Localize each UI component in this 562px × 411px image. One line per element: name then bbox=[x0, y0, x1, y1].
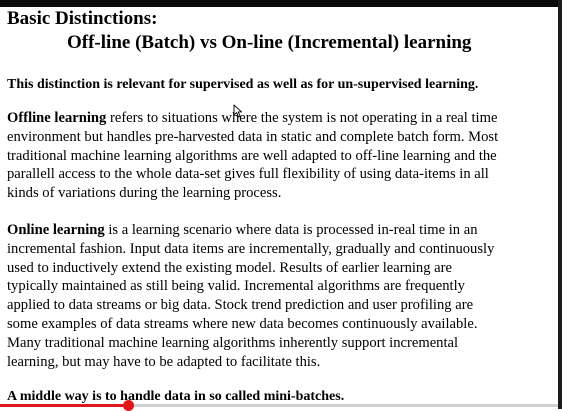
online-line-4: typically maintained as still being vali… bbox=[7, 278, 465, 295]
offline-line-3: traditional machine learning algorithms … bbox=[7, 147, 497, 164]
online-line-6: some examples of data streams where new … bbox=[7, 315, 478, 332]
offline-term: Offline learning bbox=[7, 110, 107, 126]
mini-batch-statement: A middle way is to handle data in so cal… bbox=[7, 389, 345, 404]
intro-statement: This distinction is relevant for supervi… bbox=[7, 77, 479, 92]
video-progress-bar[interactable] bbox=[0, 404, 558, 407]
online-line-8: learning, but may have to be adapted to … bbox=[7, 353, 321, 370]
offline-line-5: kinds of variations during the learning … bbox=[7, 185, 282, 202]
online-line-3: used to inductively extend the existing … bbox=[7, 259, 452, 276]
slide-title: Basic Distinctions: bbox=[7, 8, 158, 29]
offline-text: refers to situations where the system is… bbox=[106, 110, 498, 126]
slide-subtitle: Off-line (Batch) vs On-line (Incremental… bbox=[67, 32, 472, 53]
online-line-5: applied to data streams or big data. Sto… bbox=[7, 297, 474, 314]
top-bar bbox=[0, 0, 562, 7]
offline-paragraph: Offline learning refers to situations wh… bbox=[7, 109, 552, 203]
offline-line-2: environment but handles pre-harvested da… bbox=[7, 128, 499, 145]
offline-line-4: parallell access to the whole data-set g… bbox=[7, 166, 489, 183]
video-scrubber-handle[interactable] bbox=[123, 400, 135, 411]
online-line-1: Online learning is a learning scenario w… bbox=[7, 221, 552, 240]
right-edge-bar bbox=[558, 0, 562, 409]
online-line-2: incremental fashion. Input data items ar… bbox=[7, 240, 495, 257]
online-line-7: Many traditional machine learning algori… bbox=[7, 334, 459, 351]
online-term: Online learning bbox=[7, 222, 105, 238]
mouse-pointer-icon bbox=[233, 104, 243, 118]
online-paragraph: Online learning is a learning scenario w… bbox=[7, 221, 552, 371]
offline-line-1: Offline learning refers to situations wh… bbox=[7, 109, 552, 128]
video-progress-fill bbox=[0, 404, 129, 407]
slide: Basic Distinctions: Off-line (Batch) vs … bbox=[0, 7, 558, 409]
online-text: is a learning scenario where data is pro… bbox=[104, 222, 478, 238]
